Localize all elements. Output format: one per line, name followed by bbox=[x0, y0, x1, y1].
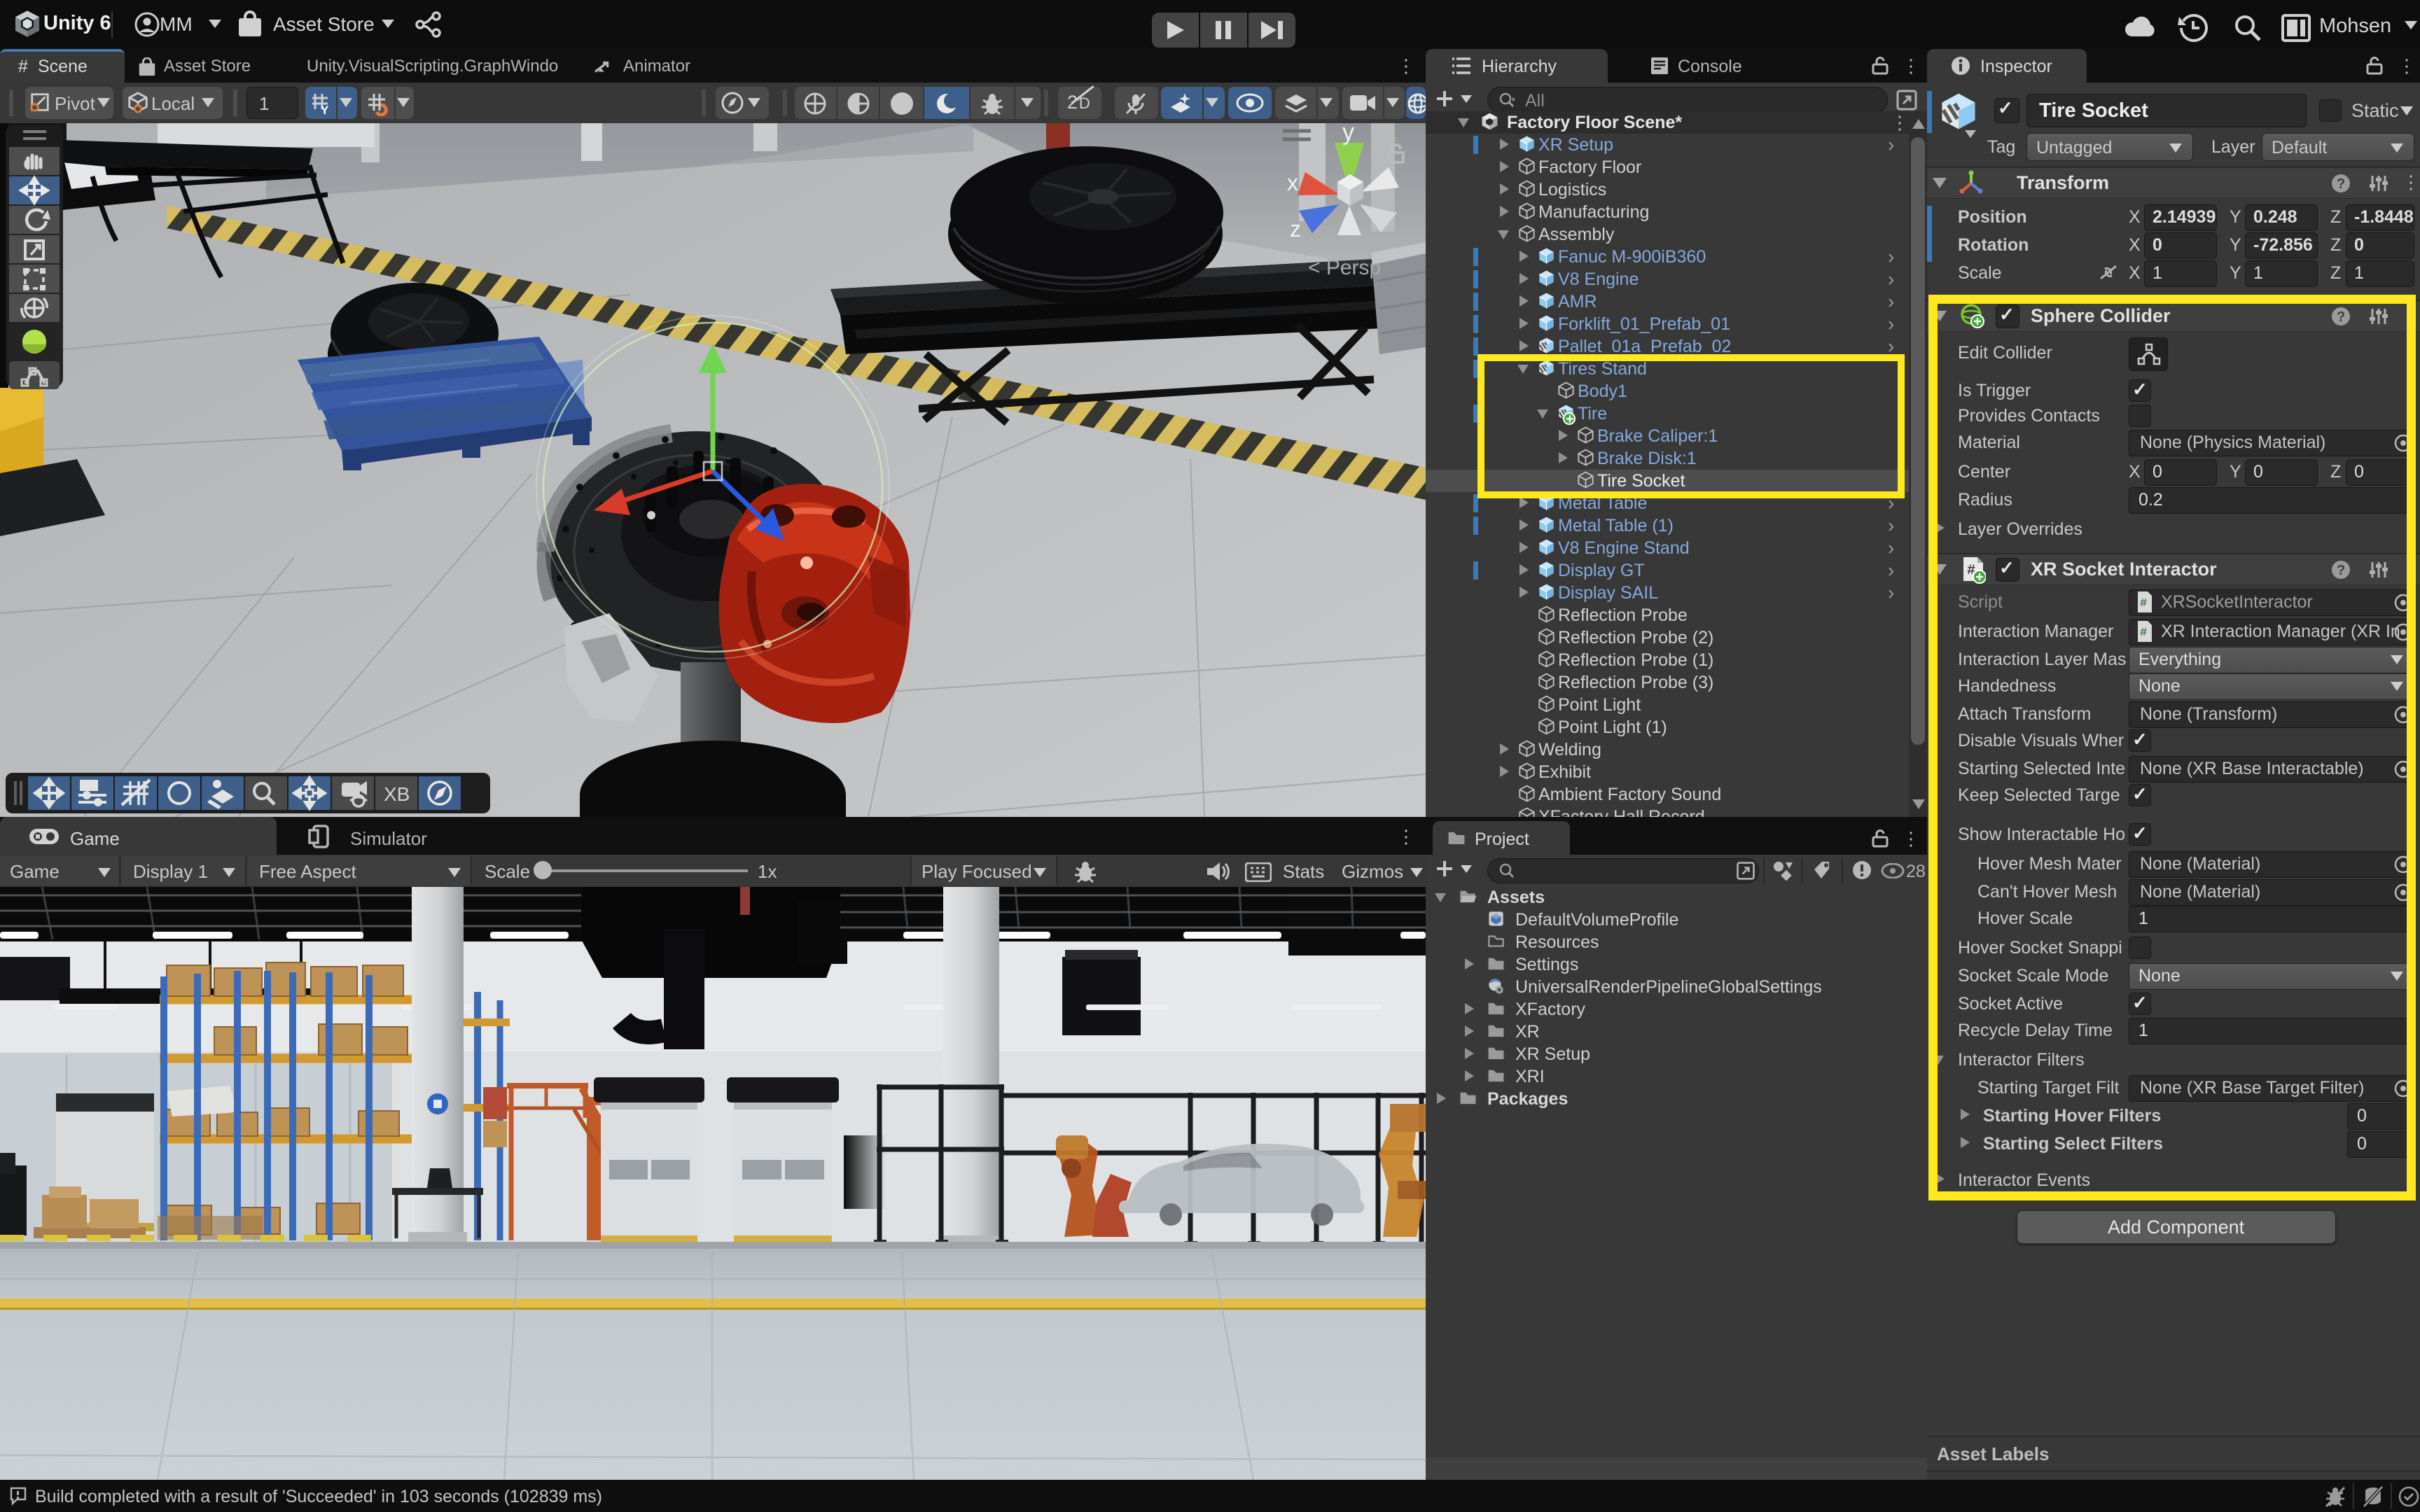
svg-text:x: x bbox=[1287, 170, 1298, 195]
svg-text:?: ? bbox=[2337, 176, 2345, 192]
svg-text:z: z bbox=[1290, 216, 1301, 241]
svg-text:y: y bbox=[1342, 123, 1354, 146]
svg-text:XB: XB bbox=[384, 783, 410, 805]
svg-text:Y: Y bbox=[321, 104, 329, 116]
svg-text:< Persp: < Persp bbox=[1308, 256, 1381, 279]
